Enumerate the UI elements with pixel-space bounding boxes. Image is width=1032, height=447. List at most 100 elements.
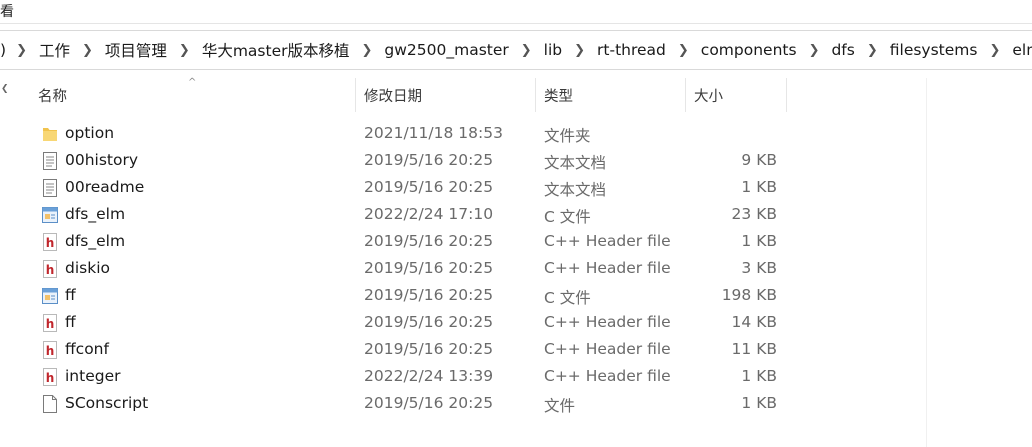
svg-text:h: h xyxy=(46,371,55,385)
chevron-right-icon[interactable]: ❯ xyxy=(515,43,538,58)
file-name: option xyxy=(65,124,115,142)
breadcrumb-item[interactable]: elmfat xyxy=(1006,41,1032,59)
file-row[interactable]: dfs_elm 2022/2/24 17:10 C 文件 23 KB xyxy=(0,202,926,229)
file-modified-date: 2019/5/16 20:25 xyxy=(364,178,494,196)
breadcrumb-item[interactable]: components xyxy=(695,41,803,59)
chevron-right-icon[interactable]: ❯ xyxy=(355,43,378,58)
breadcrumb-item[interactable]: 华大master版本移植 xyxy=(196,39,356,61)
file-size: 1 KB xyxy=(741,178,777,196)
file-type: C++ Header file xyxy=(544,259,671,277)
svg-text:h: h xyxy=(46,317,55,331)
column-header-date[interactable]: 修改日期 xyxy=(356,78,536,112)
file-size: 9 KB xyxy=(741,151,777,169)
file-modified-date: 2022/2/24 17:10 xyxy=(364,205,494,223)
file-type: C++ Header file xyxy=(544,232,671,250)
column-header-date-label: 修改日期 xyxy=(364,88,422,105)
file-name: dfs_elm xyxy=(65,232,126,250)
file-list: ❮ 名称 ^ 修改日期 类型 大小 option 2021/11/18 18:53… xyxy=(0,77,1032,447)
file-name: ff xyxy=(65,313,76,331)
file-type: 文本文档 xyxy=(544,154,607,172)
file-modified-date: 2019/5/16 20:25 xyxy=(364,286,494,304)
chevron-right-icon[interactable]: ❯ xyxy=(568,43,591,58)
chevron-right-icon[interactable]: ❯ xyxy=(803,43,826,58)
file-name: diskio xyxy=(65,259,110,277)
ribbon-strip: 看 xyxy=(0,0,1032,24)
list-right-divider xyxy=(926,78,927,447)
file-modified-date: 2019/5/16 20:25 xyxy=(364,394,494,412)
chevron-right-icon[interactable]: ❯ xyxy=(861,43,884,58)
breadcrumb-item[interactable]: filesystems xyxy=(884,41,984,59)
file-size: 14 KB xyxy=(731,313,777,331)
file-size: 1 KB xyxy=(741,232,777,250)
header-file-icon: h xyxy=(42,314,58,332)
chevron-right-icon[interactable]: ❯ xyxy=(983,43,1006,58)
file-name: ff xyxy=(65,286,76,304)
file-type: C 文件 xyxy=(544,289,591,307)
file-size: 23 KB xyxy=(731,205,777,223)
svg-text:h: h xyxy=(46,236,55,250)
file-modified-date: 2019/5/16 20:25 xyxy=(364,340,494,358)
file-type: C++ Header file xyxy=(544,367,671,385)
chevron-right-icon[interactable]: ❯ xyxy=(10,43,33,58)
file-name: ffconf xyxy=(65,340,109,358)
file-type: C++ Header file xyxy=(544,313,671,331)
file-row[interactable]: ff 2019/5/16 20:25 C 文件 198 KB xyxy=(0,283,926,310)
file-type: C 文件 xyxy=(544,208,591,226)
file-name: dfs_elm xyxy=(65,205,126,223)
file-row[interactable]: h ff 2019/5/16 20:25 C++ Header file 14 KB xyxy=(0,310,926,337)
breadcrumb-item[interactable]: dfs xyxy=(825,41,860,59)
file-name: SConscript xyxy=(65,394,149,412)
file-type: 文本文档 xyxy=(544,181,607,199)
file-row[interactable]: 00readme 2019/5/16 20:25 文本文档 1 KB xyxy=(0,175,926,202)
folder-icon xyxy=(42,125,58,143)
breadcrumb: ) ❯ 工作 ❯ 项目管理 ❯ 华大master版本移植 ❯ gw2500_master ❯ li… xyxy=(0,31,1032,69)
chevron-right-icon[interactable]: ❯ xyxy=(672,43,695,58)
file-modified-date: 2019/5/16 20:25 xyxy=(364,232,494,250)
text-document-icon xyxy=(42,152,58,170)
file-row[interactable]: h ffconf 2019/5/16 20:25 C++ Header file 11 … xyxy=(0,337,926,364)
breadcrumb-item[interactable]: lib xyxy=(538,41,568,59)
file-row[interactable]: h dfs_elm 2019/5/16 20:25 C++ Header file 1 … xyxy=(0,229,926,256)
svg-text:h: h xyxy=(46,344,55,358)
file-size: 11 KB xyxy=(731,340,777,358)
file-row[interactable]: h integer 2022/2/24 13:39 C++ Header file 1 … xyxy=(0,364,926,391)
file-row[interactable]: 00history 2019/5/16 20:25 文本文档 9 KB xyxy=(0,148,926,175)
breadcrumb-item[interactable]: 工作 xyxy=(33,39,76,61)
file-modified-date: 2022/2/24 13:39 xyxy=(364,367,494,385)
file-size: 3 KB xyxy=(741,259,777,277)
file-row[interactable]: SConscript 2019/5/16 20:25 文件 1 KB xyxy=(0,391,926,418)
breadcrumb-item[interactable]: rt-thread xyxy=(591,41,672,59)
file-modified-date: 2019/5/16 20:25 xyxy=(364,313,494,331)
header-file-icon: h xyxy=(42,368,58,386)
file-size: 1 KB xyxy=(741,367,777,385)
file-modified-date: 2021/11/18 18:53 xyxy=(364,124,503,142)
header-file-icon: h xyxy=(42,233,58,251)
chevron-right-icon[interactable]: ❯ xyxy=(76,43,99,58)
column-header: 名称 ^ 修改日期 类型 大小 xyxy=(0,77,926,112)
breadcrumb-overflow[interactable]: ) xyxy=(0,41,10,59)
file-name: integer xyxy=(65,367,121,385)
generic-file-icon xyxy=(42,395,58,413)
text-document-icon xyxy=(42,179,58,197)
chevron-right-icon[interactable]: ❯ xyxy=(173,43,196,58)
file-row[interactable]: h diskio 2019/5/16 20:25 C++ Header file 3 K… xyxy=(0,256,926,283)
file-modified-date: 2019/5/16 20:25 xyxy=(364,259,494,277)
file-type: 文件 xyxy=(544,397,576,415)
file-type: 文件夹 xyxy=(544,127,591,145)
sort-ascending-icon: ^ xyxy=(188,77,197,88)
column-header-type[interactable]: 类型 xyxy=(536,78,686,112)
c-source-file-icon xyxy=(42,287,58,305)
file-size: 198 KB xyxy=(721,286,777,304)
header-file-icon: h xyxy=(42,341,58,359)
file-row[interactable]: option 2021/11/18 18:53 文件夹 xyxy=(0,121,926,148)
header-file-icon: h xyxy=(42,260,58,278)
ribbon-partial-label[interactable]: 看 xyxy=(0,1,14,21)
file-name: 00history xyxy=(65,151,139,169)
file-modified-date: 2019/5/16 20:25 xyxy=(364,151,494,169)
column-header-size[interactable]: 大小 xyxy=(686,78,787,112)
breadcrumb-item[interactable]: 项目管理 xyxy=(99,39,173,61)
file-type: C++ Header file xyxy=(544,340,671,358)
breadcrumb-item[interactable]: gw2500_master xyxy=(378,41,514,59)
address-bar[interactable]: ) ❯ 工作 ❯ 项目管理 ❯ 华大master版本移植 ❯ gw2500_master ❯ li… xyxy=(0,30,1032,70)
c-source-file-icon xyxy=(42,206,58,224)
